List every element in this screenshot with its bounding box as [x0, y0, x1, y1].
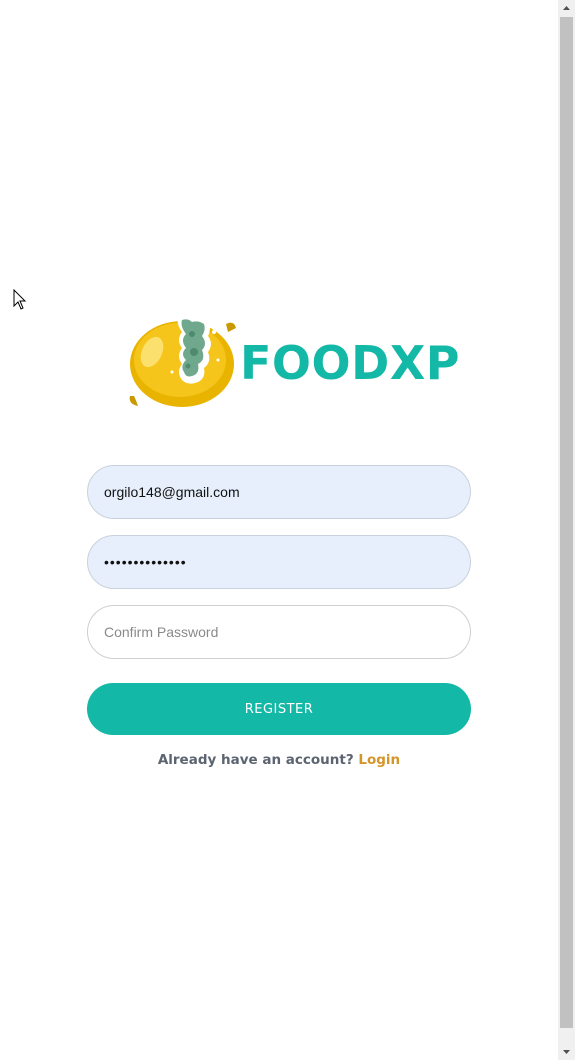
lemon-mold-icon	[129, 315, 236, 407]
login-link[interactable]: Login	[358, 752, 400, 768]
login-prompt: Already have an account? Login	[87, 752, 471, 768]
vertical-scrollbar[interactable]	[558, 0, 575, 1060]
password-field[interactable]	[87, 535, 471, 589]
register-page: FOODXP REGISTER Already have an account?…	[0, 0, 558, 1060]
login-prompt-text: Already have an account?	[157, 752, 354, 768]
register-button[interactable]: REGISTER	[87, 683, 471, 735]
confirm-password-field[interactable]	[87, 605, 471, 659]
email-field[interactable]	[87, 465, 471, 519]
scroll-up-arrow-icon[interactable]	[558, 0, 575, 17]
mouse-cursor-icon	[13, 289, 27, 310]
scroll-down-arrow-icon[interactable]	[558, 1043, 575, 1060]
brand-logo: FOODXP	[128, 312, 460, 412]
scrollbar-thumb[interactable]	[560, 17, 573, 1028]
brand-name: FOODXP	[240, 336, 460, 390]
